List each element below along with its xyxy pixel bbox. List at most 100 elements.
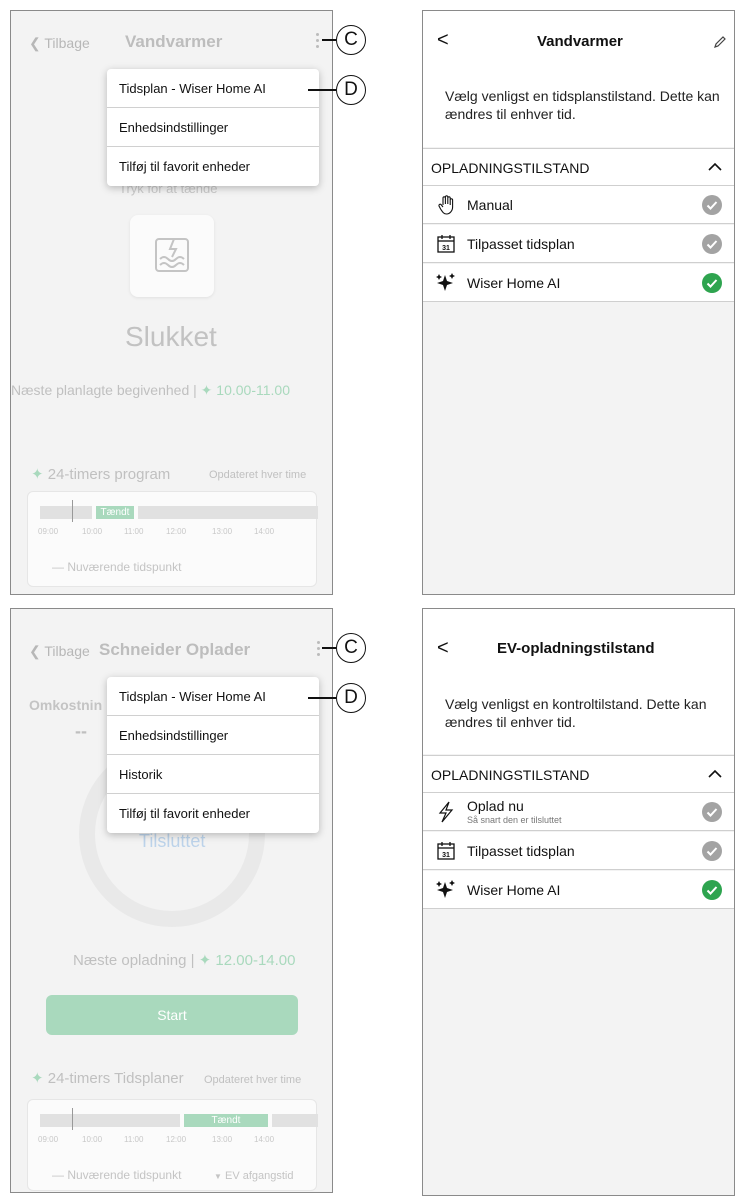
sparkle-icon: [436, 273, 455, 291]
svg-text:31: 31: [442, 852, 450, 859]
time-tick: 09:00: [38, 527, 59, 536]
time-tick: 13:00: [212, 1135, 233, 1144]
calendar-icon: 31: [437, 842, 455, 860]
menu-item-device-settings[interactable]: Enhedsindstillinger: [107, 716, 319, 755]
back-button[interactable]: <: [437, 637, 449, 660]
time-tick: 13:00: [212, 527, 233, 536]
water-heater-icon: [155, 238, 189, 272]
page-title: EV-opladningstilstand: [497, 640, 655, 657]
current-time-legend: — Nuværende tidspunkt: [52, 1168, 182, 1182]
time-tick: 12:00: [166, 1135, 187, 1144]
charging-mode-section-header[interactable]: OPLADNINGSTILSTAND: [423, 755, 734, 793]
program-title-row: ✦ 24-timers Tidsplaner: [31, 1070, 184, 1087]
current-time-marker: [72, 500, 73, 522]
mode-description: Vælg venligst en kontroltilstand. Dette …: [445, 696, 707, 730]
schedule-bar-on: Tændt: [184, 1114, 268, 1127]
current-time-marker: [72, 1108, 73, 1130]
time-tick: 14:00: [254, 1135, 275, 1144]
lightning-icon: [438, 801, 454, 823]
mode-option-custom-schedule[interactable]: 31 Tilpasset tidsplan: [423, 832, 734, 870]
schedule-card[interactable]: Tændt 09:00 10:00 11:00 12:00 13:00 14:0…: [27, 1099, 318, 1191]
screen-header: < EV-opladningstilstand Vælg venligst en…: [423, 609, 734, 754]
charging-mode-section-header[interactable]: OPLADNINGSTILSTAND: [423, 148, 734, 186]
cost-label: Omkostnin: [29, 697, 103, 713]
sparkle-icon: ✦: [31, 1070, 44, 1087]
chevron-up-icon: [708, 162, 722, 171]
more-options-icon[interactable]: [316, 33, 319, 51]
selected-check-icon: [702, 273, 722, 293]
callout-c-leader: [322, 39, 336, 41]
menu-item-schedule-wiser-ai[interactable]: Tidsplan - Wiser Home AI: [107, 677, 319, 716]
page-title: Schneider Oplader: [99, 640, 251, 659]
callout-d-leader: [308, 697, 336, 699]
mode-option-wiser-home-ai[interactable]: Wiser Home AI: [423, 264, 734, 302]
callout-c-leader: [322, 647, 336, 649]
edit-pencil-icon[interactable]: [713, 35, 727, 49]
screen-header: < Vandvarmer Vælg venligst en tidsplanst…: [423, 11, 734, 147]
menu-item-schedule-wiser-ai[interactable]: Tidsplan - Wiser Home AI: [107, 69, 319, 108]
time-tick: 11:00: [124, 527, 144, 536]
start-button[interactable]: Start: [46, 995, 298, 1035]
cost-value: --: [75, 721, 87, 741]
schedule-card[interactable]: Tændt 09:00 10:00 11:00 12:00 13:00 14:0…: [27, 491, 318, 587]
time-tick: 10:00: [82, 1135, 103, 1144]
time-tick: 11:00: [124, 1135, 144, 1144]
page-title: Vandvarmer: [125, 32, 223, 51]
program-updated-label: Opdateret hver time: [204, 1074, 302, 1086]
chevron-left-icon: ❮: [29, 643, 41, 659]
chevron-up-icon: [708, 769, 722, 778]
program-title-row: ✦ 24-timers program: [31, 466, 171, 483]
back-button[interactable]: ❮ Tilbage: [29, 35, 90, 52]
time-tick: 12:00: [166, 527, 187, 536]
time-tick: 09:00: [38, 1135, 59, 1144]
ev-charging-mode-screen: < EV-opladningstilstand Vælg venligst en…: [422, 608, 735, 1196]
overflow-menu: Tidsplan - Wiser Home AI Enhedsindstilli…: [107, 677, 319, 833]
back-button[interactable]: <: [437, 29, 449, 52]
program-updated-label: Opdateret hver time: [209, 469, 307, 481]
callout-d: D: [336, 683, 366, 713]
selected-check-icon: [702, 880, 722, 900]
sparkle-icon: [436, 880, 455, 898]
more-options-icon[interactable]: [317, 641, 320, 659]
hand-icon: [438, 195, 454, 215]
callout-c: C: [336, 633, 366, 663]
unselected-check-icon: [702, 802, 722, 822]
schedule-bar-off: [272, 1114, 318, 1127]
sparkle-icon: ✦: [31, 466, 44, 483]
schedule-bar-off: [40, 1114, 180, 1127]
menu-item-device-settings[interactable]: Enhedsindstillinger: [107, 108, 319, 147]
ev-departure-legend: ▼ EV afgangstid: [214, 1170, 294, 1182]
sparkle-icon: ✦: [198, 952, 212, 969]
power-state-label: Slukket: [125, 321, 217, 352]
mode-option-custom-schedule[interactable]: 31 Tilpasset tidsplan: [423, 225, 734, 263]
charger-status-label: Tilsluttet: [139, 831, 206, 851]
mode-option-manual[interactable]: Manual: [423, 186, 734, 224]
next-charge-row: Næste opladning | ✦ 12.00-14.00: [73, 952, 296, 969]
sparkle-icon: ✦: [200, 382, 213, 398]
callout-c: C: [336, 25, 366, 55]
water-heater-power-button[interactable]: [130, 215, 214, 297]
callout-d: D: [336, 75, 366, 105]
mode-option-wiser-home-ai[interactable]: Wiser Home AI: [423, 871, 734, 909]
schedule-bar-off: [138, 506, 318, 519]
calendar-icon: 31: [437, 235, 455, 253]
schneider-charger-screen: ❮ Tilbage Schneider Oplader Omkostnin --…: [10, 608, 333, 1193]
mode-option-charge-now[interactable]: Oplad nu Så snart den er tilsluttet: [423, 793, 734, 831]
time-tick: 14:00: [254, 527, 275, 536]
unselected-check-icon: [702, 841, 722, 861]
schedule-bar-off: [40, 506, 92, 519]
option-subtitle: Så snart den er tilsluttet: [467, 815, 562, 825]
schedule-bar-on: Tændt: [96, 506, 134, 519]
svg-text:31: 31: [442, 245, 450, 252]
current-time-legend: — Nuværende tidspunkt: [52, 560, 182, 574]
next-event-row: Næste planlagte begivenhed | ✦ 10.00-11.…: [11, 382, 290, 398]
chevron-left-icon: ❮: [29, 35, 41, 51]
menu-item-add-favorite[interactable]: Tilføj til favorit enheder: [107, 794, 319, 833]
menu-item-history[interactable]: Historik: [107, 755, 319, 794]
vandvarmer-mode-screen: < Vandvarmer Vælg venligst en tidsplanst…: [422, 10, 735, 595]
menu-item-add-favorite[interactable]: Tilføj til favorit enheder: [107, 147, 319, 186]
triangle-down-icon: ▼: [214, 1172, 222, 1181]
back-button[interactable]: ❮ Tilbage: [29, 643, 90, 660]
time-tick: 10:00: [82, 527, 103, 536]
vandvarmer-device-screen: ❮ Tilbage Vandvarmer Tryk for at tænde S…: [10, 10, 333, 595]
